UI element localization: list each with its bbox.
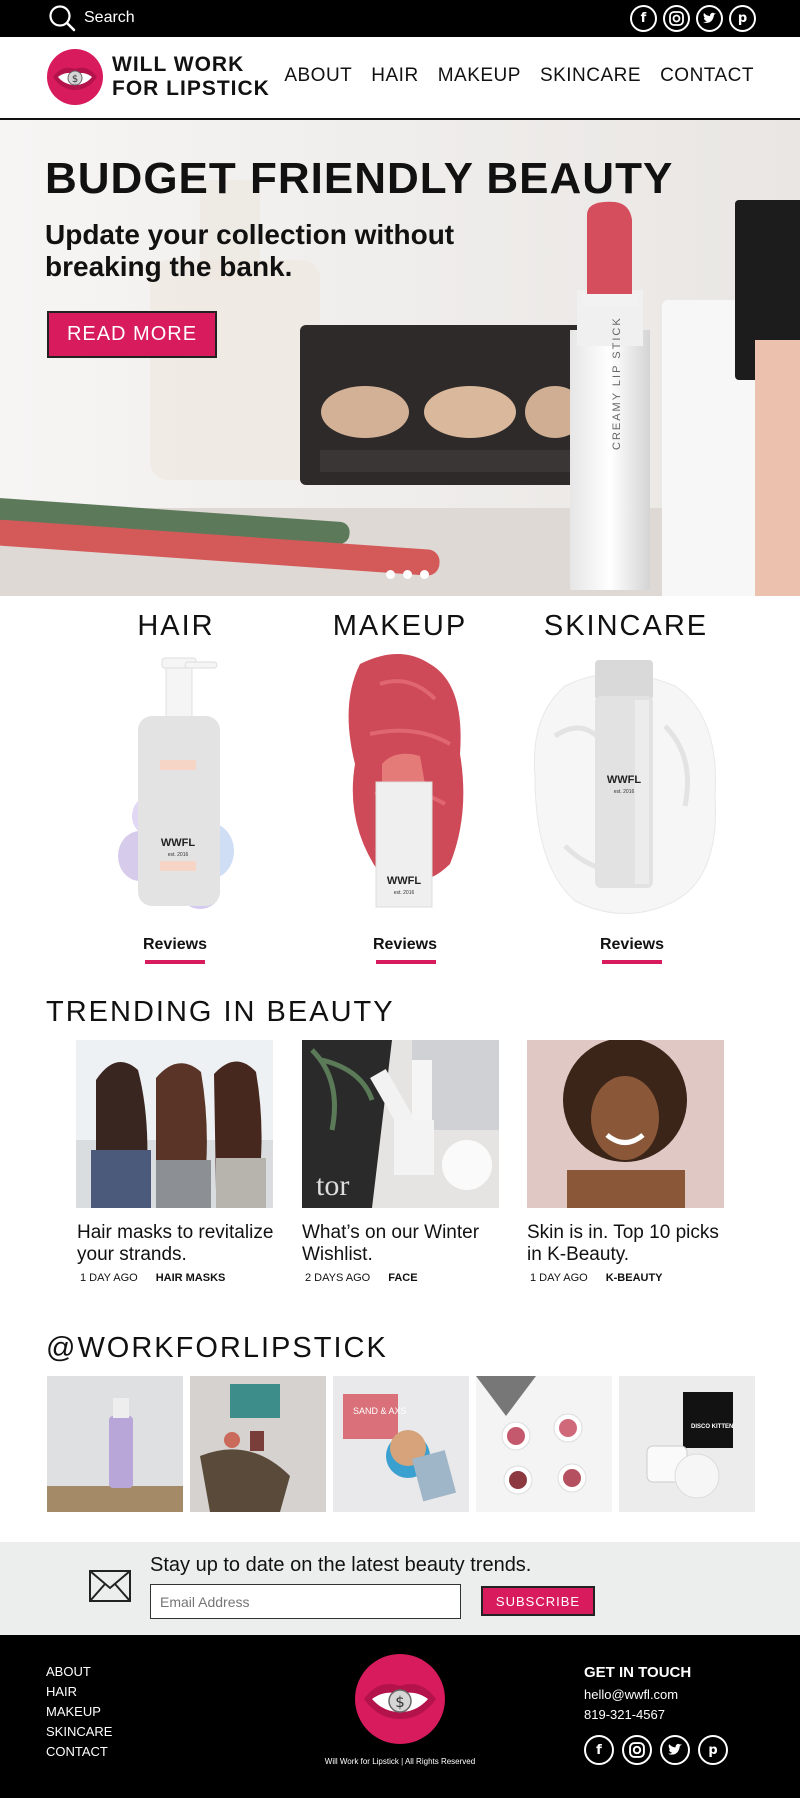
read-more-button[interactable]: READ MORE [47,311,217,358]
nav-item-contact[interactable]: CONTACT [660,65,754,87]
nav-item-makeup[interactable]: MAKEUP [438,65,521,87]
skincare-reviews-link[interactable]: Reviews [577,936,687,954]
instagram-title[interactable]: @WORKFORLIPSTICK [46,1332,388,1365]
category-title: SKINCARE [543,610,709,642]
subscribe-button[interactable]: SUBSCRIBE [481,1586,595,1616]
main-nav: $ WILL WORK FOR LIPSTICK ABOUT HAIR MAKE… [0,37,800,120]
trend-time: 1 DAY AGO [80,1272,138,1284]
skincare-reviews-underline [602,960,662,964]
svg-text:$: $ [72,74,78,85]
skincare-product-image[interactable]: WWFL est. 2016 [525,656,725,926]
twitter-icon[interactable] [696,5,723,32]
trend-meta: 1 DAY AGO HAIR MASKS [80,1272,225,1284]
footer-links: ABOUT HAIR MAKEUP SKINCARE CONTACT [46,1664,112,1760]
instagram-post[interactable] [47,1376,183,1512]
svg-text:tor: tor [316,1169,349,1202]
trend-time: 1 DAY AGO [530,1272,588,1284]
search-label: Search [84,9,135,26]
newsletter-text: Stay up to date on the latest beauty tre… [150,1554,532,1576]
trend-image-kbeauty[interactable] [527,1040,724,1208]
svg-text:$: $ [395,1693,405,1711]
contact-email[interactable]: hello@wwfl.com [584,1685,691,1705]
footer-link-makeup[interactable]: MAKEUP [46,1704,112,1720]
nav-item-hair[interactable]: HAIR [371,65,418,87]
footer-contact: GET IN TOUCH hello@wwfl.com 819-321-4567 [584,1664,691,1725]
hair-product-brand: WWFL [161,837,195,849]
nav-menu: ABOUT HAIR MAKEUP SKINCARE CONTACT [284,65,754,87]
skincare-product-est: est. 2016 [614,789,635,795]
top-bar: Search f p [0,0,800,37]
instagram-disco-label: DISCO KITTEN [691,1424,733,1430]
instagram-icon[interactable] [663,5,690,32]
footer-link-hair[interactable]: HAIR [46,1684,112,1700]
search-button[interactable]: Search [48,4,135,32]
instagram-post[interactable] [190,1376,326,1512]
trend-title[interactable]: What’s on our Winter Wishlist. [302,1222,512,1266]
carousel-dot[interactable] [403,570,412,579]
instagram-post[interactable]: SAND & AXS [333,1376,469,1512]
trend-title[interactable]: Skin is in. Top 10 picks in K-Beauty. [527,1222,737,1266]
brand-name-line1: WILL WORK [112,53,245,76]
pinterest-icon[interactable]: p [698,1735,728,1765]
lipstick-label: CREAMY LIP STICK [611,316,623,450]
footer: ABOUT HAIR MAKEUP SKINCARE CONTACT $ Wil… [0,1635,800,1798]
hair-product-image[interactable]: WWFL est. 2016 [110,656,240,916]
trending-title: TRENDING IN BEAUTY [46,996,395,1028]
trend-meta: 2 DAYS AGO FACE [305,1272,418,1284]
twitter-icon[interactable] [660,1735,690,1765]
brand-name[interactable]: WILL WORK FOR LIPSTICK [112,53,270,101]
facebook-icon[interactable]: f [584,1735,614,1765]
social-links-footer: f p [584,1735,728,1765]
hair-reviews-link[interactable]: Reviews [120,936,230,954]
category-section: HAIR WWFL est. 2016 Reviews MAKEUP WWFL … [0,596,800,981]
makeup-reviews-underline [376,960,436,964]
instagram-sand-label: SAND & AXS [353,1406,407,1416]
category-makeup: MAKEUP [320,610,480,643]
instagram-post[interactable] [476,1376,612,1512]
trend-tag[interactable]: FACE [388,1272,417,1284]
instagram-post[interactable]: DISCO KITTEN [619,1376,755,1512]
pinterest-icon[interactable]: p [729,5,756,32]
footer-link-skincare[interactable]: SKINCARE [46,1724,112,1740]
nav-item-about[interactable]: ABOUT [284,65,352,87]
search-icon [49,5,76,32]
newsletter-section: Stay up to date on the latest beauty tre… [0,1542,800,1635]
category-hair: HAIR [116,610,236,643]
hero-title: BUDGET FRIENDLY BEAUTY [45,154,674,203]
social-links-top: f p [630,5,756,32]
footer-link-about[interactable]: ABOUT [46,1664,112,1680]
trend-image-hair[interactable] [76,1040,273,1208]
skincare-product-brand: WWFL [607,774,641,786]
footer-logo-icon[interactable]: $ [354,1653,446,1745]
carousel-dots [386,570,429,579]
makeup-product-brand: WWFL [387,875,421,887]
category-skincare: SKINCARE [535,610,717,643]
facebook-icon[interactable]: f [630,5,657,32]
brand-name-line2: FOR LIPSTICK [112,77,270,100]
hero-subtitle: Update your collection without breaking … [45,219,455,282]
trend-time: 2 DAYS AGO [305,1272,371,1284]
email-field[interactable] [150,1584,461,1619]
carousel-dot[interactable] [386,570,395,579]
trend-tag[interactable]: K-BEAUTY [606,1272,663,1284]
envelope-icon [89,1570,131,1602]
category-title: MAKEUP [332,610,468,642]
trend-tag[interactable]: HAIR MASKS [156,1272,226,1284]
hero-banner: CREAMY LIP STICK BUDGET FRIENDLY BEAUTY … [0,120,800,596]
contact-title: GET IN TOUCH [584,1664,692,1681]
nav-item-skincare[interactable]: SKINCARE [540,65,641,87]
instagram-icon[interactable] [622,1735,652,1765]
trend-image-wishlist[interactable]: tor [302,1040,499,1208]
makeup-reviews-link[interactable]: Reviews [350,936,460,954]
makeup-product-image[interactable]: WWFL est. 2016 [340,644,475,914]
logo-lips-icon[interactable]: $ [46,48,104,106]
hair-reviews-underline [145,960,205,964]
category-title: HAIR [137,610,215,642]
hair-product-est: est. 2016 [168,852,189,858]
trend-meta: 1 DAY AGO K-BEAUTY [530,1272,663,1284]
makeup-product-est: est. 2016 [394,890,415,896]
trend-title[interactable]: Hair masks to revitalize your strands. [77,1222,287,1266]
contact-phone[interactable]: 819-321-4567 [584,1705,691,1725]
carousel-dot[interactable] [420,570,429,579]
